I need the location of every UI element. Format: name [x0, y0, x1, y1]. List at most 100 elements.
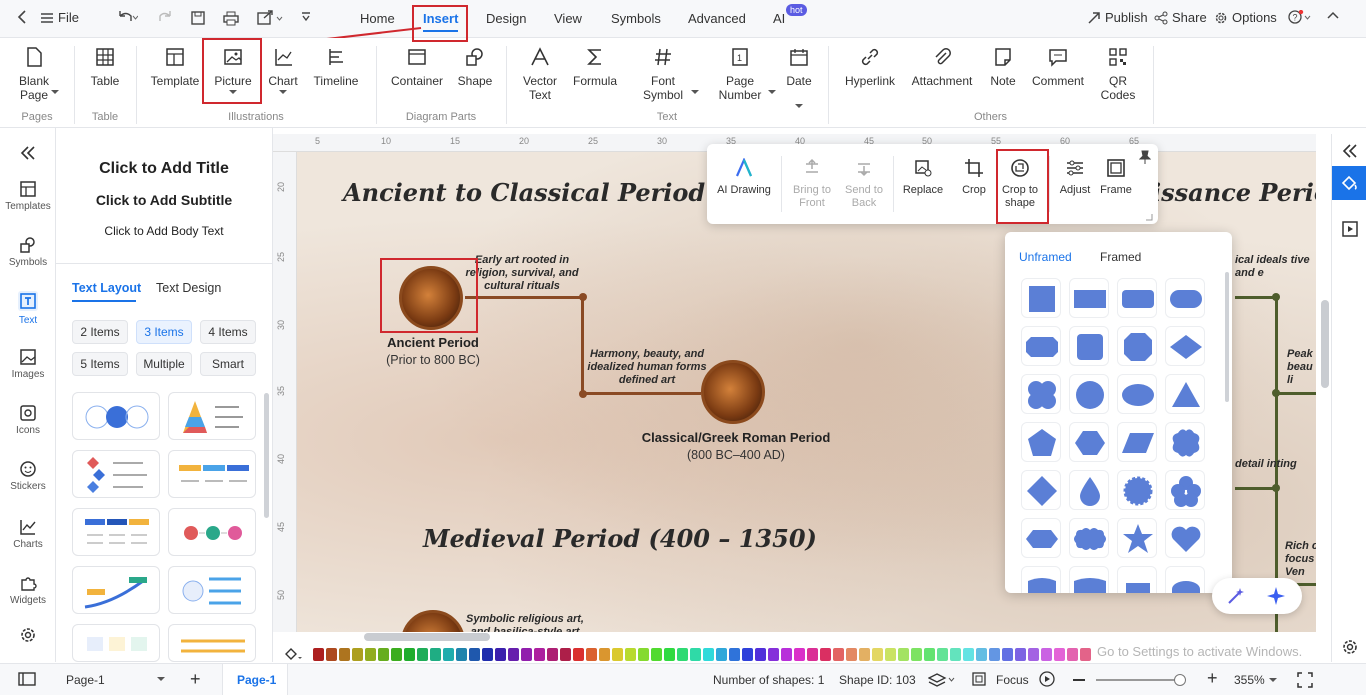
classical-period-image[interactable] [701, 360, 765, 424]
crop-button[interactable]: Crop [959, 158, 989, 197]
pin-icon[interactable] [1138, 150, 1152, 167]
tab-advanced[interactable]: Advanced [688, 11, 746, 26]
layout-thumbnail[interactable] [168, 508, 256, 556]
color-swatch[interactable] [989, 647, 1000, 661]
canvas-scrollbar-horizontal[interactable] [364, 633, 490, 641]
color-swatch[interactable] [703, 647, 714, 661]
shape-ellipse[interactable] [1117, 374, 1157, 414]
color-swatch[interactable] [625, 647, 636, 661]
back-icon[interactable] [16, 10, 28, 24]
color-swatch[interactable] [846, 647, 857, 661]
panel-scrollbar[interactable] [264, 393, 269, 518]
file-menu[interactable]: File [40, 10, 79, 25]
color-swatch[interactable] [937, 647, 948, 661]
color-swatch[interactable] [716, 647, 727, 661]
color-swatch[interactable] [391, 647, 402, 661]
period-range[interactable]: (800 BC–400 AD) [633, 448, 839, 462]
color-swatch[interactable] [950, 647, 961, 661]
color-swatch[interactable] [781, 647, 792, 661]
color-swatch[interactable] [352, 647, 363, 661]
shape-diamond-wide[interactable] [1165, 326, 1205, 366]
shape-rounded-rectangle[interactable] [1117, 278, 1157, 318]
layout-thumbnail[interactable] [72, 508, 160, 556]
shape-scalloped[interactable] [1165, 422, 1205, 462]
chip-4-items[interactable]: 4 Items [200, 320, 256, 344]
shape-diamond[interactable] [1021, 470, 1061, 510]
date-button[interactable]: Date [782, 46, 816, 88]
ancient-period-image[interactable] [399, 266, 463, 330]
color-swatch[interactable] [1041, 647, 1052, 661]
color-swatch[interactable] [794, 647, 805, 661]
undo-icon[interactable] [116, 10, 138, 24]
color-swatch[interactable] [547, 647, 558, 661]
color-swatch[interactable] [833, 647, 844, 661]
shape-square[interactable] [1021, 278, 1061, 318]
period-range[interactable]: (Prior to 800 BC) [373, 353, 493, 367]
color-swatch[interactable] [677, 647, 688, 661]
timeline-note[interactable]: detail inting [1235, 458, 1315, 471]
zoom-in-icon[interactable]: + [1207, 669, 1218, 687]
rail-stickers[interactable]: Stickers [0, 460, 56, 492]
chart-button[interactable]: Chart [264, 46, 302, 88]
adjust-button[interactable]: Adjust [1057, 158, 1093, 197]
add-subtitle-item[interactable]: Click to Add Subtitle [56, 192, 272, 208]
color-swatch[interactable] [456, 647, 467, 661]
fullscreen-icon[interactable] [1296, 671, 1314, 692]
help-icon[interactable]: ? [1288, 10, 1312, 24]
vector-text-button[interactable]: Vector Text [518, 46, 562, 102]
fit-page-icon[interactable] [972, 672, 986, 689]
color-swatch[interactable] [573, 647, 584, 661]
export-icon[interactable] [256, 10, 284, 26]
save-icon[interactable] [190, 10, 206, 26]
note-button[interactable]: Note [986, 46, 1020, 88]
color-swatch[interactable] [1080, 647, 1091, 661]
layout-thumbnail[interactable] [72, 450, 160, 498]
blank-page-button[interactable]: Blank Page [14, 46, 54, 102]
rail-widgets[interactable]: Widgets [0, 574, 56, 606]
page-number-button[interactable]: 1 Page Number [714, 46, 766, 102]
chip-multiple[interactable]: Multiple [136, 352, 192, 376]
color-swatch[interactable] [729, 647, 740, 661]
color-swatch[interactable] [1015, 647, 1026, 661]
shape-circle[interactable] [1069, 374, 1109, 414]
settings-icon[interactable] [1341, 638, 1359, 659]
bring-to-front-button[interactable]: Bring to Front [789, 158, 835, 210]
tab-text-layout[interactable]: Text Layout [72, 281, 141, 295]
tab-design[interactable]: Design [486, 11, 526, 26]
canvas-scrollbar-vertical[interactable] [1321, 300, 1329, 388]
color-swatch[interactable] [664, 647, 675, 661]
shape-panel-scrollbar[interactable] [1225, 272, 1229, 402]
shape-pill[interactable] [1165, 278, 1205, 318]
replace-button[interactable]: Replace [899, 158, 947, 197]
shape-parallelogram[interactable] [1117, 422, 1157, 462]
color-swatch[interactable] [313, 647, 324, 661]
ai-drawing-button[interactable]: AI Drawing [713, 158, 775, 197]
shape-rounded-square[interactable] [1069, 326, 1109, 366]
picture-button[interactable]: Picture [208, 46, 258, 88]
layout-thumbnail[interactable] [168, 566, 256, 614]
page-select[interactable]: Page-1 [56, 668, 170, 690]
color-swatch[interactable] [521, 647, 532, 661]
color-swatch[interactable] [365, 647, 376, 661]
color-swatch[interactable] [768, 647, 779, 661]
timeline-note[interactable]: Peak beau li [1287, 348, 1316, 387]
collapse-ribbon-icon[interactable] [1327, 10, 1339, 22]
color-swatch[interactable] [911, 647, 922, 661]
format-paint-button[interactable] [1332, 166, 1366, 200]
color-swatch[interactable] [872, 647, 883, 661]
hyperlink-button[interactable]: Hyperlink [840, 46, 900, 88]
zoom-slider-handle[interactable] [1174, 674, 1186, 686]
shape-banner[interactable] [1069, 566, 1109, 593]
color-swatch[interactable] [820, 647, 831, 661]
color-swatch[interactable] [417, 647, 428, 661]
crop-to-shape-button[interactable]: Crop to shape [997, 158, 1043, 210]
chip-smart[interactable]: Smart [200, 352, 256, 376]
shape-tab[interactable] [1117, 566, 1157, 593]
rail-charts[interactable]: Charts [0, 518, 56, 550]
chip-5-items[interactable]: 5 Items [72, 352, 128, 376]
shape-button[interactable]: Shape [454, 46, 496, 88]
magic-wand-icon[interactable] [1226, 586, 1246, 606]
shape-arch[interactable] [1165, 566, 1205, 593]
formula-button[interactable]: Formula [570, 46, 620, 88]
focus-button[interactable]: Focus [996, 673, 1029, 687]
